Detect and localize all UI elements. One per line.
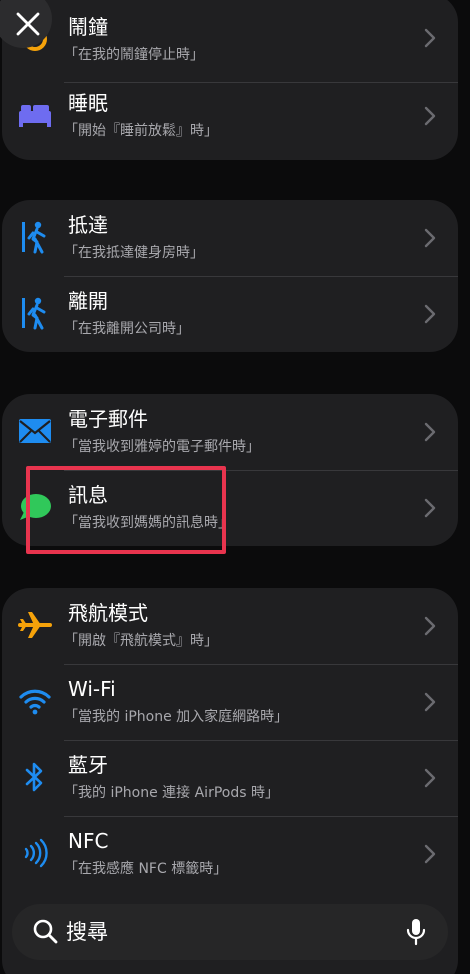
row-bluetooth[interactable]: 藍牙 「我的 iPhone 連接 AirPods 時」 (2, 740, 458, 816)
airplane-icon (16, 606, 54, 644)
row-subtitle: 「在我的鬧鐘停止時」 (64, 47, 204, 63)
row-subtitle: 「當我收到雅婷的電子郵件時」 (64, 439, 260, 455)
group-time-of-day: 鬧鐘 「在我的鬧鐘停止時」 睡眠 「開始『睡前放鬆』時」 (2, 0, 458, 160)
row-title: 藍牙 (68, 753, 108, 777)
chevron-right-icon (424, 768, 436, 788)
row-subtitle: 「在我抵達健身房時」 (64, 245, 204, 261)
row-subtitle: 「在我感應 NFC 標籤時」 (64, 861, 228, 877)
walking-arrive-icon (16, 218, 54, 256)
search-bar[interactable]: 搜尋 (12, 904, 448, 960)
microphone-icon[interactable] (406, 918, 426, 946)
wifi-icon (16, 682, 54, 720)
row-wifi[interactable]: Wi-Fi 「當我的 iPhone 加入家庭網路時」 (2, 664, 458, 740)
row-title: 電子郵件 (68, 407, 148, 431)
row-alarm[interactable]: 鬧鐘 「在我的鬧鐘停止時」 (2, 0, 458, 76)
chevron-right-icon (424, 304, 436, 324)
row-subtitle: 「開始『睡前放鬆』時」 (64, 123, 218, 139)
chevron-right-icon (424, 616, 436, 636)
walking-leave-icon (16, 294, 54, 332)
nfc-icon (16, 834, 54, 872)
row-subtitle: 「當我的 iPhone 加入家庭網路時」 (64, 709, 289, 725)
chevron-right-icon (424, 106, 436, 126)
row-title: 飛航模式 (68, 601, 148, 625)
chevron-right-icon (424, 422, 436, 442)
chevron-right-icon (424, 498, 436, 518)
row-airplane-mode[interactable]: 飛航模式 「開啟『飛航模式』時」 (2, 588, 458, 664)
bluetooth-icon (16, 758, 54, 796)
row-title: 抵達 (68, 213, 108, 237)
row-nfc[interactable]: NFC 「在我感應 NFC 標籤時」 (2, 816, 458, 892)
row-arrive[interactable]: 抵達 「在我抵達健身房時」 (2, 200, 458, 276)
row-title: Wi-Fi (68, 677, 116, 701)
row-title: 鬧鐘 (68, 15, 108, 39)
search-icon (33, 919, 58, 944)
group-location: 抵達 「在我抵達健身房時」 離開 「在我離開公司時」 (2, 200, 458, 352)
screen: 鬧鐘 「在我的鬧鐘停止時」 睡眠 「開始『睡前放鬆』時」 抵達 「在我抵達健身房… (0, 0, 470, 974)
close-icon (16, 12, 40, 36)
row-email[interactable]: 電子郵件 「當我收到雅婷的電子郵件時」 (2, 394, 458, 470)
row-leave[interactable]: 離開 「在我離開公司時」 (2, 276, 458, 352)
chevron-right-icon (424, 228, 436, 248)
bed-icon (16, 96, 54, 134)
chevron-right-icon (424, 692, 436, 712)
mail-icon (16, 412, 54, 450)
row-title: 睡眠 (68, 91, 108, 115)
highlight-box (26, 466, 226, 554)
chevron-right-icon (424, 844, 436, 864)
search-input[interactable]: 搜尋 (66, 918, 108, 946)
row-subtitle: 「在我離開公司時」 (64, 321, 190, 337)
row-subtitle: 「我的 iPhone 連接 AirPods 時」 (64, 785, 279, 801)
row-sleep[interactable]: 睡眠 「開始『睡前放鬆』時」 (2, 78, 458, 154)
row-title: NFC (68, 829, 109, 853)
row-subtitle: 「開啟『飛航模式』時」 (64, 633, 218, 649)
row-title: 離開 (68, 289, 108, 313)
chevron-right-icon (424, 28, 436, 48)
